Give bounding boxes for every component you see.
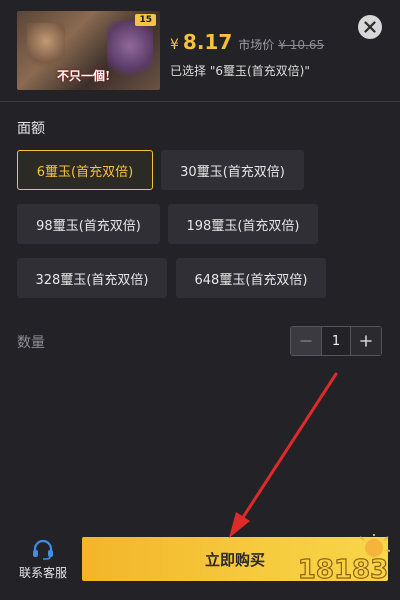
option-98[interactable]: 98璽玉(首充双倍): [17, 204, 160, 244]
customer-service-label: 联系客服: [18, 566, 67, 580]
close-button[interactable]: [358, 15, 382, 39]
option-6[interactable]: 6璽玉(首充双倍): [17, 150, 153, 190]
quantity-input[interactable]: 1: [321, 327, 351, 355]
selected-option-text: 已选择 "6璽玉(首充双倍)": [170, 64, 310, 78]
annotation-arrow: [229, 372, 338, 538]
denomination-label: 面额: [17, 121, 45, 137]
market-price-value: ¥ 10.65: [278, 38, 325, 52]
price-value: 8.17: [182, 30, 233, 54]
purchase-sheet: 15 不只一個! ¥ 8.17 市场价 ¥ 10.65 已选择 "6璽玉(首充双…: [0, 0, 400, 600]
price-currency: ¥: [170, 37, 179, 53]
option-328[interactable]: 328璽玉(首充双倍): [17, 258, 167, 298]
option-198[interactable]: 198璽玉(首充双倍): [168, 204, 318, 244]
thumbnail-figure-right: [107, 21, 153, 83]
close-icon: [364, 21, 376, 33]
site-watermark: 18183: [297, 534, 390, 586]
quantity-increment-button[interactable]: [351, 327, 381, 355]
product-thumbnail: 15 不只一個!: [17, 11, 160, 90]
option-648[interactable]: 648璽玉(首充双倍): [176, 258, 326, 298]
promo-slogan: 不只一個!: [57, 69, 111, 83]
quantity-stepper: 1: [290, 326, 382, 356]
market-price-label: 市场价: [238, 38, 275, 52]
customer-service-button[interactable]: 联系客服: [14, 538, 72, 586]
price-row: ¥ 8.17 市场价 ¥ 10.65: [170, 30, 324, 54]
quantity-label: 数量: [17, 335, 45, 351]
watermark-text: 18183: [298, 555, 388, 585]
promo-badge: 15: [135, 14, 156, 26]
header-divider: [0, 101, 400, 102]
plus-icon: [360, 335, 372, 347]
headset-icon: [33, 539, 53, 560]
minus-icon: [300, 340, 312, 342]
quantity-decrement-button[interactable]: [291, 327, 321, 355]
option-30[interactable]: 30璽玉(首充双倍): [161, 150, 304, 190]
